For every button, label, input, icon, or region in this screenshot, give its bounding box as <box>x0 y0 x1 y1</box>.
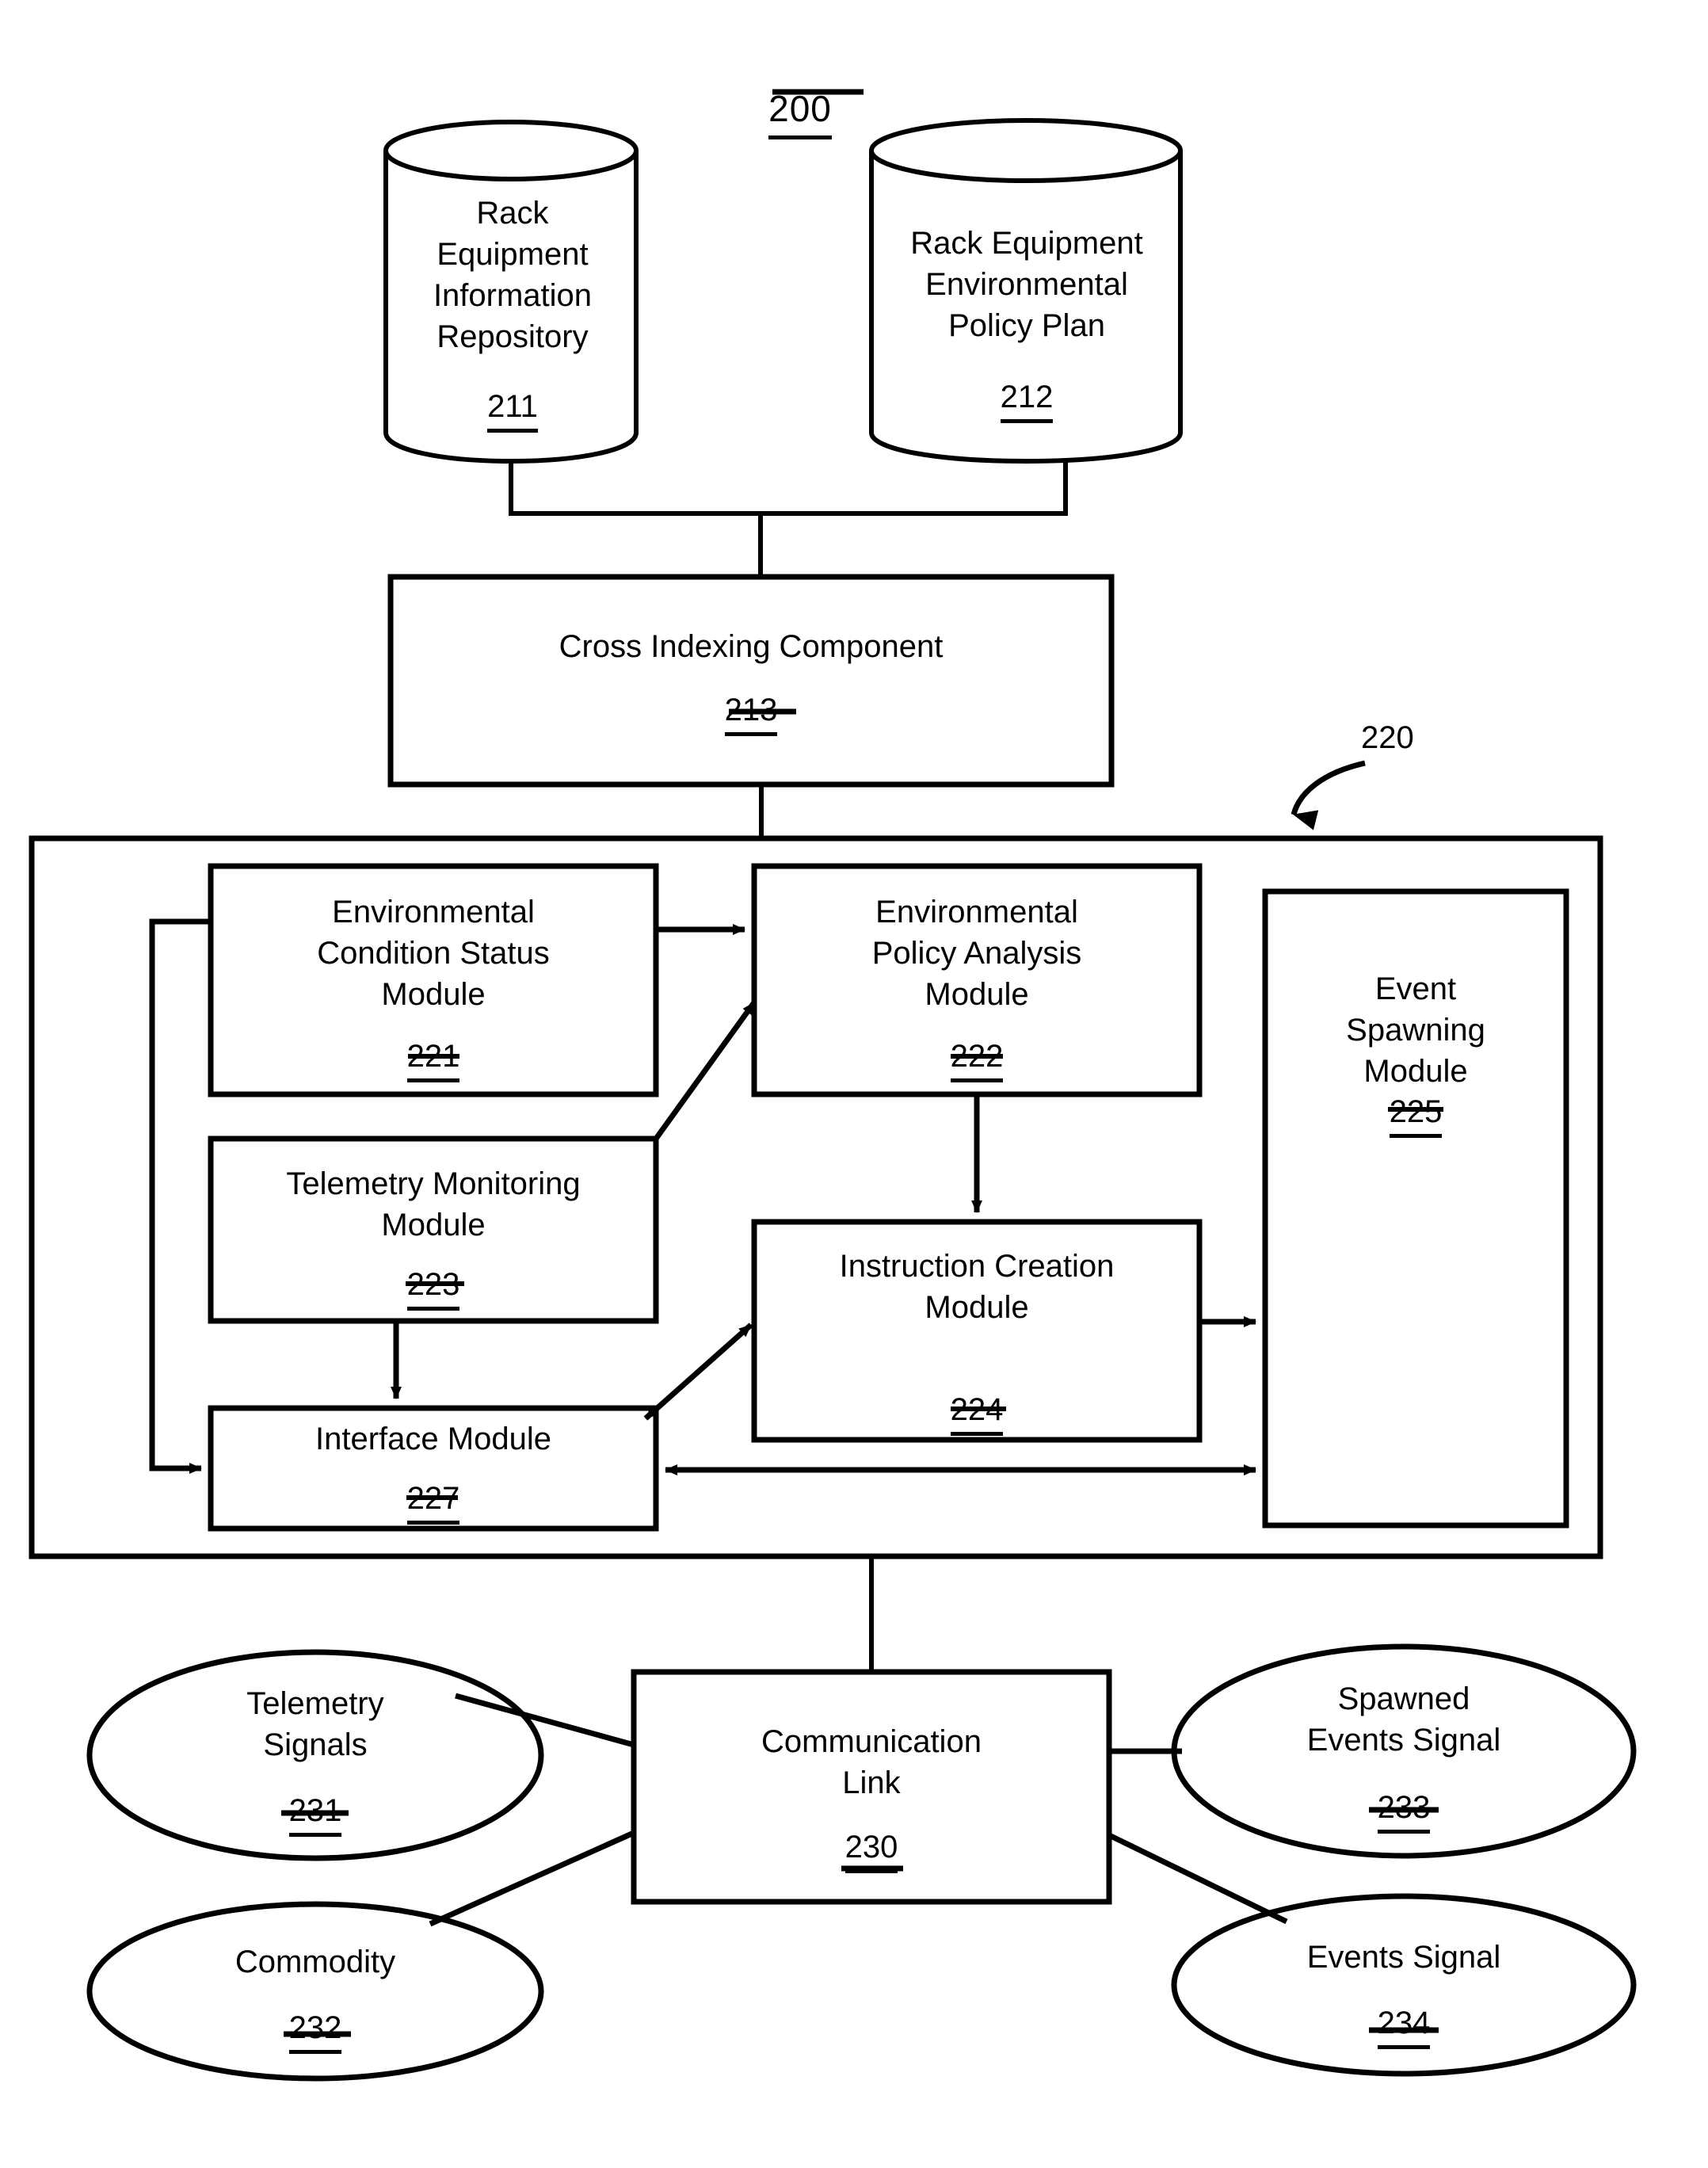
event-spawning-ref: 225 <box>1273 1070 1558 1138</box>
container-ref-220: 220 <box>1361 720 1414 755</box>
interface-module-label: Interface Module <box>315 1422 551 1456</box>
link-232-to-230 <box>429 1830 635 1927</box>
policy-plan-label: Rack Equipment Environmental Policy Plan <box>910 226 1143 343</box>
commodity-label: Commodity <box>234 1945 396 1979</box>
condition-status-ref: 221 <box>219 1014 648 1082</box>
policy-analysis-label: Environmental Policy Analysis Module <box>871 895 1082 1012</box>
condition-status-label: Environmental Condition Status Module <box>317 895 550 1012</box>
policy-analysis-ref: 222 <box>762 1014 1191 1082</box>
figure-canvas: 200 Rack Equipment Information Repositor… <box>0 0 1708 2168</box>
instruction-creation-ref: 224 <box>762 1368 1191 1436</box>
events-signal-label: Events Signal <box>1306 1940 1501 1975</box>
callout-220-leader <box>1291 760 1366 830</box>
cross-indexing-label: Cross Indexing Component <box>559 629 944 664</box>
spawned-events-ref: 233 <box>1222 1765 1586 1834</box>
repository-ref: 211 <box>394 365 631 433</box>
telemetry-monitoring-ref: 223 <box>219 1242 648 1311</box>
communication-link-label: Communication Link <box>761 1724 982 1800</box>
link-234-to-230 <box>1108 1832 1288 1925</box>
cross-indexing-ref: 213 <box>406 668 1096 736</box>
policy-plan-ref: 212 <box>878 355 1176 423</box>
commodity-ref: 232 <box>141 1986 490 2054</box>
figure-number: 200 <box>737 38 864 139</box>
instruction-creation-label: Instruction Creation Module <box>839 1249 1115 1325</box>
arrow-223-to-222 <box>654 1000 757 1141</box>
spawned-events-label: Spawned Events Signal <box>1306 1681 1501 1758</box>
telemetry-signals-label: Telemetry Signals <box>246 1686 384 1762</box>
arrow-227-to-224 <box>643 1323 753 1421</box>
interface-module-ref: 227 <box>219 1456 648 1525</box>
telemetry-monitoring-label: Telemetry Monitoring Module <box>286 1166 581 1242</box>
communication-link-ref: 230 <box>642 1805 1101 1873</box>
arrow-feedback-221-to-227 <box>149 918 211 1474</box>
telemetry-signals-ref: 231 <box>141 1769 490 1837</box>
repository-label: Rack Equipment Information Repository <box>433 196 593 354</box>
events-signal-ref: 234 <box>1222 1981 1586 2049</box>
